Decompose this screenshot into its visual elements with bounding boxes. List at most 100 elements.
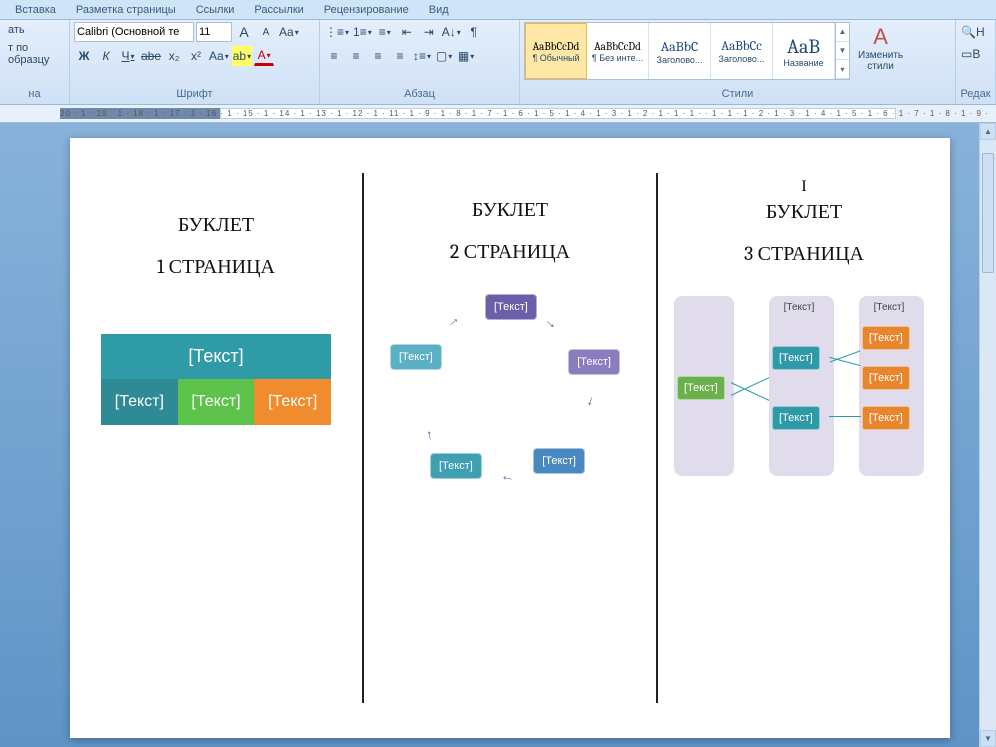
shrink-font-button[interactable]: A	[256, 22, 276, 42]
show-marks-button[interactable]: ¶	[464, 22, 484, 42]
style-title[interactable]: AaB Название	[773, 23, 835, 79]
sa3-bg-2	[769, 296, 834, 476]
underline-button[interactable]: Ч	[118, 46, 138, 66]
superscript-button[interactable]: x²	[186, 46, 206, 66]
indent-inc-button[interactable]: ⇥	[419, 22, 439, 42]
h-child-2[interactable]: [Текст]	[772, 406, 820, 430]
smartart-table[interactable]: [Текст] [Текст] [Текст] [Текст]	[101, 334, 331, 425]
bold-button[interactable]: Ж	[74, 46, 94, 66]
select-button[interactable]: ▭В	[960, 44, 981, 64]
horizontal-ruler[interactable]: 20 · 1 · 19 · 1 · 18 · 1 · 17 · 1 · 16 ·…	[0, 105, 996, 123]
group-editing: 🔍Н ▭В Редак	[956, 20, 996, 104]
h-child-1[interactable]: [Текст]	[772, 346, 820, 370]
numbering-button[interactable]: 1≡	[352, 22, 373, 42]
gallery-up-icon[interactable]: ▲	[836, 23, 849, 42]
gallery-down-icon[interactable]: ▼	[836, 42, 849, 61]
tab-mailings[interactable]: Рассылки	[244, 1, 313, 19]
style-heading2[interactable]: AaBbCc Заголово...	[711, 23, 773, 79]
ribbon-tabs: Вставка Разметка страницы Ссылки Рассылк…	[0, 0, 996, 20]
style-heading1[interactable]: AaBbC Заголово...	[649, 23, 711, 79]
font-group-label: Шрифт	[74, 86, 315, 102]
align-right-button[interactable]: ≡	[368, 46, 388, 66]
scroll-down-icon[interactable]: ▼	[980, 730, 996, 747]
p1-title: БУКЛЕТ	[70, 213, 362, 237]
sa3-lbl-3: [Текст]	[859, 302, 919, 313]
strike-button[interactable]: abe	[140, 46, 162, 66]
smartart-cycle[interactable]: [Текст] [Текст] [Текст] [Текст] [Текст] …	[390, 294, 630, 494]
tab-references[interactable]: Ссылки	[186, 1, 245, 19]
group-clipboard: ать т по образцу на	[0, 20, 70, 104]
bullets-button[interactable]: ⋮≡	[324, 22, 350, 42]
gallery-scroll[interactable]: ▲ ▼ ▾	[835, 23, 849, 79]
panel-3: І БУКЛЕТ 3 СТРАНИЦА [Текст] [Текст] [Тек…	[658, 138, 950, 738]
sa1-cell-1[interactable]: [Текст]	[101, 379, 178, 425]
style-no-spacing[interactable]: AaBbCcDd ¶ Без инте...	[587, 23, 649, 79]
cycle-node-4[interactable]: [Текст]	[430, 453, 482, 479]
align-center-button[interactable]: ≡	[346, 46, 366, 66]
gallery-more-icon[interactable]: ▾	[836, 60, 849, 79]
sa1-cell-2[interactable]: [Текст]	[178, 379, 255, 425]
cycle-node-2[interactable]: [Текст]	[568, 349, 620, 375]
arrow-icon: →	[541, 311, 562, 332]
smartart-hierarchy[interactable]: [Текст] [Текст] [Текст] [Текст] [Текст] …	[674, 296, 934, 496]
shading-button[interactable]: ▢	[434, 46, 454, 66]
h-leaf-1[interactable]: [Текст]	[862, 326, 910, 350]
format-painter-button[interactable]: т по образцу	[4, 40, 65, 68]
tab-view[interactable]: Вид	[419, 1, 459, 19]
line-spacing-button[interactable]: ↕≡	[412, 46, 432, 66]
tab-page-layout[interactable]: Разметка страницы	[66, 1, 186, 19]
align-left-button[interactable]: ≡	[324, 46, 344, 66]
font-size-select[interactable]	[196, 22, 232, 42]
change-styles-button[interactable]: A Изменить стили	[852, 22, 909, 74]
clear-format-button[interactable]: Aa	[278, 22, 300, 42]
sa3-lbl-2: [Текст]	[769, 302, 829, 313]
arrow-icon: →	[418, 428, 436, 445]
change-case-button[interactable]: Aa	[208, 46, 230, 66]
grow-font-button[interactable]: A	[234, 22, 254, 42]
h-leaf-2[interactable]: [Текст]	[862, 366, 910, 390]
ribbon: ать т по образцу на A A Aa Ж К Ч abe x₂ …	[0, 20, 996, 105]
cycle-node-5[interactable]: [Текст]	[390, 344, 442, 370]
arrow-icon: →	[441, 309, 462, 330]
indent-dec-button[interactable]: ⇤	[397, 22, 417, 42]
styles-group-label: Стили	[524, 86, 951, 102]
document-area: БУКЛЕТ 1 СТРАНИЦА [Текст] [Текст] [Текст…	[0, 123, 996, 747]
h-root[interactable]: [Текст]	[677, 376, 725, 400]
paste-cut-button[interactable]: ать	[4, 22, 29, 38]
p1-subtitle: 1 СТРАНИЦА	[70, 255, 362, 279]
sort-button[interactable]: A↓	[441, 22, 462, 42]
font-name-select[interactable]	[74, 22, 194, 42]
arrow-icon: →	[499, 472, 516, 490]
subscript-button[interactable]: x₂	[164, 46, 184, 66]
h-leaf-3[interactable]: [Текст]	[862, 406, 910, 430]
p3-subtitle: 3 СТРАНИЦА	[658, 242, 950, 266]
cycle-node-3[interactable]: [Текст]	[533, 448, 585, 474]
group-styles: AaBbCcDd ¶ Обычный AaBbCcDd ¶ Без инте..…	[520, 20, 956, 104]
sa1-cell-3[interactable]: [Текст]	[254, 379, 331, 425]
tab-review[interactable]: Рецензирование	[314, 1, 419, 19]
borders-button[interactable]: ▦	[456, 46, 476, 66]
style-normal[interactable]: AaBbCcDd ¶ Обычный	[525, 23, 587, 79]
vertical-scrollbar[interactable]: ▲ ▼	[979, 123, 996, 747]
find-button[interactable]: 🔍Н	[960, 22, 986, 42]
font-color-button[interactable]: A	[254, 46, 274, 66]
scroll-up-icon[interactable]: ▲	[980, 123, 996, 140]
styles-gallery[interactable]: AaBbCcDd ¶ Обычный AaBbCcDd ¶ Без инте..…	[524, 22, 850, 80]
p3-top-i: І	[658, 178, 950, 196]
sa1-header[interactable]: [Текст]	[101, 334, 331, 379]
tab-insert[interactable]: Вставка	[5, 1, 66, 19]
p2-subtitle: 2 СТРАНИЦА	[364, 240, 656, 264]
scroll-thumb[interactable]	[982, 153, 994, 273]
cycle-node-1[interactable]: [Текст]	[485, 294, 537, 320]
editing-group-label: Редак	[960, 86, 991, 102]
p2-title: БУКЛЕТ	[364, 198, 656, 222]
justify-button[interactable]: ≡	[390, 46, 410, 66]
highlight-button[interactable]: ab	[232, 46, 252, 66]
italic-button[interactable]: К	[96, 46, 116, 66]
multilevel-button[interactable]: ≡	[375, 22, 395, 42]
group-paragraph: ⋮≡ 1≡ ≡ ⇤ ⇥ A↓ ¶ ≡ ≡ ≡ ≡ ↕≡ ▢ ▦ Абзац	[320, 20, 520, 104]
arrow-icon: →	[583, 393, 603, 412]
panel-2: БУКЛЕТ 2 СТРАНИЦА [Текст] [Текст] [Текст…	[364, 138, 656, 738]
page[interactable]: БУКЛЕТ 1 СТРАНИЦА [Текст] [Текст] [Текст…	[70, 138, 950, 738]
panel-1: БУКЛЕТ 1 СТРАНИЦА [Текст] [Текст] [Текст…	[70, 138, 362, 738]
